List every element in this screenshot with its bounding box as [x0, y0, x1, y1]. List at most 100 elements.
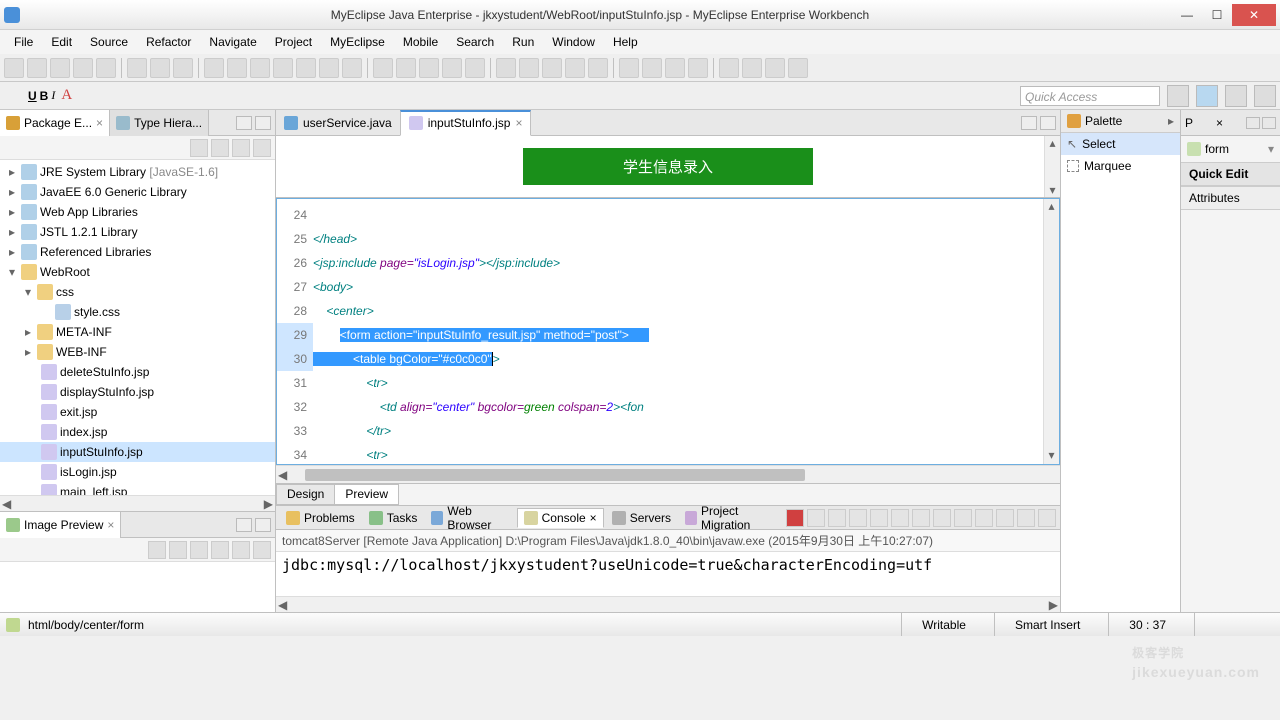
- tool-icon[interactable]: [296, 58, 316, 78]
- menu-project[interactable]: Project: [267, 33, 320, 51]
- perspective-icon[interactable]: [1254, 85, 1276, 107]
- menu-file[interactable]: File: [6, 33, 41, 51]
- new-icon[interactable]: [4, 58, 24, 78]
- section-attributes[interactable]: Attributes: [1181, 186, 1280, 210]
- close-button[interactable]: ✕: [1232, 4, 1276, 26]
- perspective-icon[interactable]: [1196, 85, 1218, 107]
- tool-icon[interactable]: [719, 58, 739, 78]
- open-console-icon[interactable]: [996, 509, 1014, 527]
- tool-icon[interactable]: [169, 541, 187, 559]
- quick-access-input[interactable]: Quick Access: [1020, 86, 1160, 106]
- italic-icon[interactable]: I: [51, 88, 55, 103]
- minimize-editor-icon[interactable]: [1021, 116, 1037, 130]
- editor-hscroll[interactable]: ◀: [276, 465, 1060, 483]
- pin-icon[interactable]: [954, 509, 972, 527]
- debug-icon[interactable]: [619, 58, 639, 78]
- menu-run[interactable]: Run: [504, 33, 542, 51]
- maximize-editor-icon[interactable]: [1040, 116, 1056, 130]
- tool-icon[interactable]: [373, 58, 393, 78]
- minimize-view-icon[interactable]: [1246, 117, 1260, 129]
- tool-icon[interactable]: [442, 58, 462, 78]
- tool-icon[interactable]: [204, 58, 224, 78]
- tool-icon[interactable]: [173, 58, 193, 78]
- perspective-icon[interactable]: [1167, 85, 1189, 107]
- code-lines[interactable]: </head> <jsp:include page="isLogin.jsp">…: [313, 203, 1043, 465]
- zoom-in-icon[interactable]: [190, 541, 208, 559]
- maximize-button[interactable]: ☐: [1202, 4, 1232, 26]
- tool-icon[interactable]: [27, 58, 47, 78]
- close-icon[interactable]: ×: [107, 518, 114, 532]
- menu-navigate[interactable]: Navigate: [201, 33, 264, 51]
- filter-icon[interactable]: [232, 139, 250, 157]
- saveall-icon[interactable]: [73, 58, 93, 78]
- palette-marquee[interactable]: Marquee: [1061, 155, 1180, 177]
- editor-tab-inputstuinfo[interactable]: inputStuInfo.jsp×: [400, 110, 532, 136]
- tab-servers[interactable]: Servers: [606, 509, 677, 527]
- tool-icon[interactable]: [788, 58, 808, 78]
- console-output[interactable]: jdbc:mysql://localhost/jkxystudent?useUn…: [276, 552, 1060, 596]
- console-hscroll[interactable]: ◀▶: [276, 596, 1060, 612]
- editor-vscroll[interactable]: ▴▾: [1043, 199, 1059, 464]
- menu-search[interactable]: Search: [448, 33, 502, 51]
- bold-icon[interactable]: B: [40, 89, 49, 103]
- tool-icon[interactable]: [250, 58, 270, 78]
- zoom-out-icon[interactable]: [211, 541, 229, 559]
- properties-tab[interactable]: P: [1185, 116, 1193, 130]
- tool-icon[interactable]: [542, 58, 562, 78]
- tool-icon[interactable]: [273, 58, 293, 78]
- tool-icon[interactable]: [396, 58, 416, 78]
- editor-tab-userservice[interactable]: userService.java: [276, 110, 400, 136]
- tab-tasks[interactable]: Tasks: [363, 509, 424, 527]
- run-icon[interactable]: [642, 58, 662, 78]
- menu-myeclipse[interactable]: MyEclipse: [322, 33, 393, 51]
- minimize-view-icon[interactable]: [236, 518, 252, 532]
- link-icon[interactable]: [211, 139, 229, 157]
- menu-icon[interactable]: [253, 139, 271, 157]
- tool-icon[interactable]: [912, 509, 930, 527]
- underline-icon[interactable]: U: [28, 89, 37, 103]
- tool-icon[interactable]: [665, 58, 685, 78]
- element-form[interactable]: form▾: [1181, 136, 1280, 162]
- tool-icon[interactable]: [232, 541, 250, 559]
- menu-edit[interactable]: Edit: [43, 33, 80, 51]
- tree-hscroll[interactable]: ◀▶: [0, 495, 275, 511]
- chevron-right-icon[interactable]: ▸: [1168, 114, 1174, 128]
- tool-icon[interactable]: [342, 58, 362, 78]
- maximize-view-icon[interactable]: [255, 518, 271, 532]
- tab-type-hierarchy[interactable]: Type Hiera...: [110, 110, 209, 136]
- remove-icon[interactable]: [807, 509, 825, 527]
- tool-icon[interactable]: [688, 58, 708, 78]
- save-icon[interactable]: [50, 58, 70, 78]
- code-editor[interactable]: 242526272829303132333435 </head> <jsp:in…: [276, 198, 1060, 465]
- tool-icon[interactable]: [849, 509, 867, 527]
- close-icon[interactable]: ×: [1216, 116, 1223, 130]
- tool-icon[interactable]: [765, 58, 785, 78]
- maximize-view-icon[interactable]: [1262, 117, 1276, 129]
- tab-image-preview[interactable]: Image Preview×: [0, 512, 121, 538]
- collapse-icon[interactable]: [190, 139, 208, 157]
- close-icon[interactable]: ×: [515, 116, 522, 130]
- display-icon[interactable]: [975, 509, 993, 527]
- tab-design[interactable]: Design: [276, 484, 335, 505]
- menu-help[interactable]: Help: [605, 33, 646, 51]
- tool-icon[interactable]: [519, 58, 539, 78]
- minimize-view-icon[interactable]: [236, 116, 252, 130]
- maximize-view-icon[interactable]: [255, 116, 271, 130]
- tool-icon[interactable]: [465, 58, 485, 78]
- tool-icon[interactable]: [150, 58, 170, 78]
- tab-web-browser[interactable]: Web Browser: [425, 502, 514, 534]
- clear-icon[interactable]: [933, 509, 951, 527]
- design-vscroll[interactable]: ▴▾: [1044, 136, 1060, 197]
- chevron-down-icon[interactable]: ▾: [1268, 142, 1274, 156]
- tab-project-migration[interactable]: Project Migration: [679, 502, 784, 534]
- scroll-lock-icon[interactable]: [891, 509, 909, 527]
- tool-icon[interactable]: [742, 58, 762, 78]
- tool-icon[interactable]: [319, 58, 339, 78]
- close-icon[interactable]: ×: [590, 511, 597, 525]
- menu-window[interactable]: Window: [544, 33, 603, 51]
- perspective-icon[interactable]: [1225, 85, 1247, 107]
- close-icon[interactable]: ×: [96, 116, 103, 130]
- removeall-icon[interactable]: [828, 509, 846, 527]
- tool-icon[interactable]: [419, 58, 439, 78]
- tab-package-explorer[interactable]: Package E...×: [0, 110, 110, 136]
